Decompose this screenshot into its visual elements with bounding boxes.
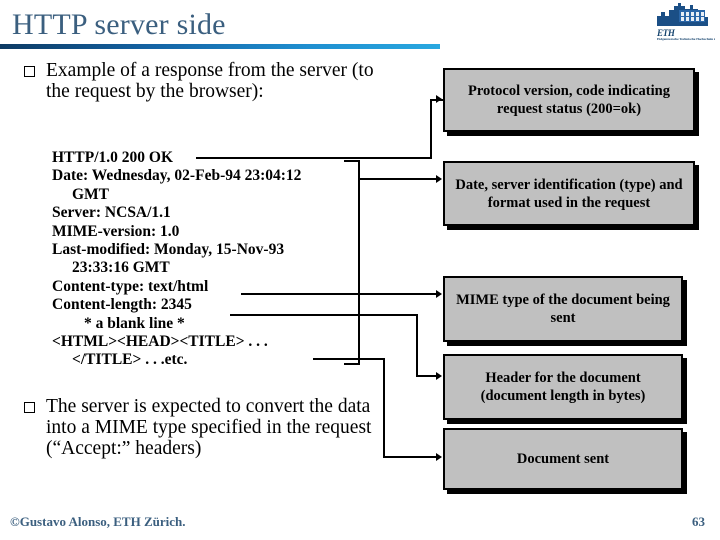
callout-box-label: Protocol version, code indicating reques…	[468, 83, 670, 117]
callout-box-label: Date, server identification (type) and f…	[455, 176, 683, 211]
callout-box-label: Header for the document (document length…	[480, 370, 646, 404]
connector-bracket-2	[358, 160, 360, 365]
connector-line-5-dropper	[383, 358, 385, 458]
bullet-item-label: The server is expected to convert the da…	[46, 396, 372, 459]
bullet-item-mime-conversion: The server is expected to convert the da…	[24, 396, 374, 459]
connector-line-3	[241, 293, 438, 295]
eth-logo: ETH Eidgenössische Technische Hochschule…	[655, 2, 715, 44]
connector-arrow-3	[436, 290, 442, 298]
connector-line-1-riser	[430, 99, 432, 159]
callout-box-document-sent: Document sent	[443, 428, 683, 490]
http-response-listing: HTTP/1.0 200 OK Date: Wednesday, 02-Feb-9…	[52, 149, 352, 370]
response-line: Last-modified: Monday, 15-Nov-93	[52, 241, 285, 259]
callout-box-protocol-version: Protocol version, code indicating reques…	[443, 68, 695, 132]
eth-building-icon	[657, 3, 708, 26]
connector-line-5	[313, 358, 385, 360]
response-line: MIME-version: 1.0	[52, 222, 180, 240]
response-line: Server: NCSA/1.1	[52, 204, 171, 222]
response-line: Content-length: 2345	[52, 296, 192, 314]
response-line: Date: Wednesday, 02-Feb-94 23:04:12	[52, 167, 302, 185]
connector-arrow-5	[436, 453, 442, 461]
connector-bracket-2-top	[344, 160, 360, 162]
callout-box-date-server-id: Date, server identification (type) and f…	[443, 161, 695, 226]
callout-box-mime-type: MIME type of the document being sent	[443, 276, 683, 342]
hollow-square-bullet-icon	[24, 66, 35, 77]
connector-line-4-dropper	[416, 314, 418, 377]
connector-line-2	[358, 178, 438, 180]
response-line: 23:33:16 GMT	[72, 259, 170, 277]
response-line: GMT	[72, 185, 110, 203]
response-line: </TITLE> . . .etc.	[72, 351, 188, 369]
callout-box-document-header: Header for the document (document length…	[443, 354, 683, 420]
connector-line-4-stub	[416, 375, 438, 377]
page-title: HTTP server side	[12, 8, 226, 41]
response-line: * a blank line *	[84, 314, 185, 332]
bullet-item-label: Example of a response from the server (t…	[46, 60, 374, 102]
hollow-square-bullet-icon	[24, 402, 35, 413]
connector-line-4	[230, 314, 418, 316]
bullet-item-example-response: Example of a response from the server (t…	[24, 60, 374, 102]
connector-arrow-1	[436, 95, 442, 103]
page-number: 63	[692, 514, 705, 529]
connector-line-1	[196, 157, 432, 159]
connector-bracket-2-bottom	[344, 363, 360, 365]
callout-box-label: Document sent	[516, 451, 610, 467]
connector-line-5-stub	[383, 456, 438, 458]
connector-arrow-2	[436, 175, 442, 183]
title-underline-rule	[0, 44, 440, 49]
response-line: <HTML><HEAD><TITLE> . . .	[52, 333, 268, 351]
connector-arrow-4	[436, 372, 442, 380]
footer-credit: ©Gustavo Alonso, ETH Zürich.	[10, 514, 186, 529]
eth-subtitle: Eidgenössische Technische Hochschule Zür…	[657, 37, 715, 41]
callout-box-label: MIME type of the document being sent	[456, 292, 670, 326]
